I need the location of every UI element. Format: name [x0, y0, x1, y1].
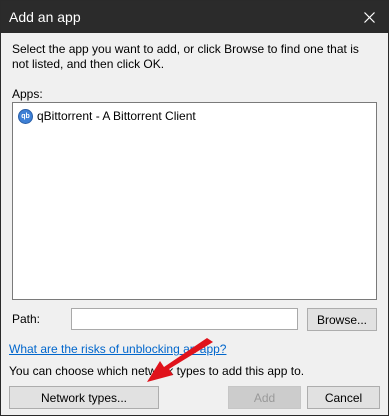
add-button[interactable]: Add [228, 386, 301, 409]
close-button[interactable] [350, 1, 388, 33]
browse-button[interactable]: Browse... [307, 308, 377, 331]
apps-label: Apps: [12, 87, 43, 101]
apps-listbox[interactable]: qb qBittorrent - A Bittorrent Client [12, 102, 377, 300]
window-title: Add an app [9, 9, 81, 25]
network-types-button[interactable]: Network types... [9, 386, 159, 409]
instructions-text: Select the app you want to add, or click… [12, 42, 359, 71]
title-bar[interactable]: Add an app [1, 1, 388, 33]
path-input[interactable] [71, 308, 298, 330]
cancel-button[interactable]: Cancel [307, 386, 380, 409]
network-types-hint: You can choose which network types to ad… [9, 364, 305, 378]
qbittorrent-icon: qb [18, 108, 33, 124]
path-label: Path: [12, 312, 41, 326]
app-label: qBittorrent - A Bittorrent Client [37, 109, 196, 123]
add-app-dialog: Add an app Select the app you want to ad… [0, 0, 389, 416]
list-item[interactable]: qb qBittorrent - A Bittorrent Client [18, 107, 196, 125]
close-icon [363, 11, 375, 23]
risks-link[interactable]: What are the risks of unblocking an app? [9, 342, 226, 356]
